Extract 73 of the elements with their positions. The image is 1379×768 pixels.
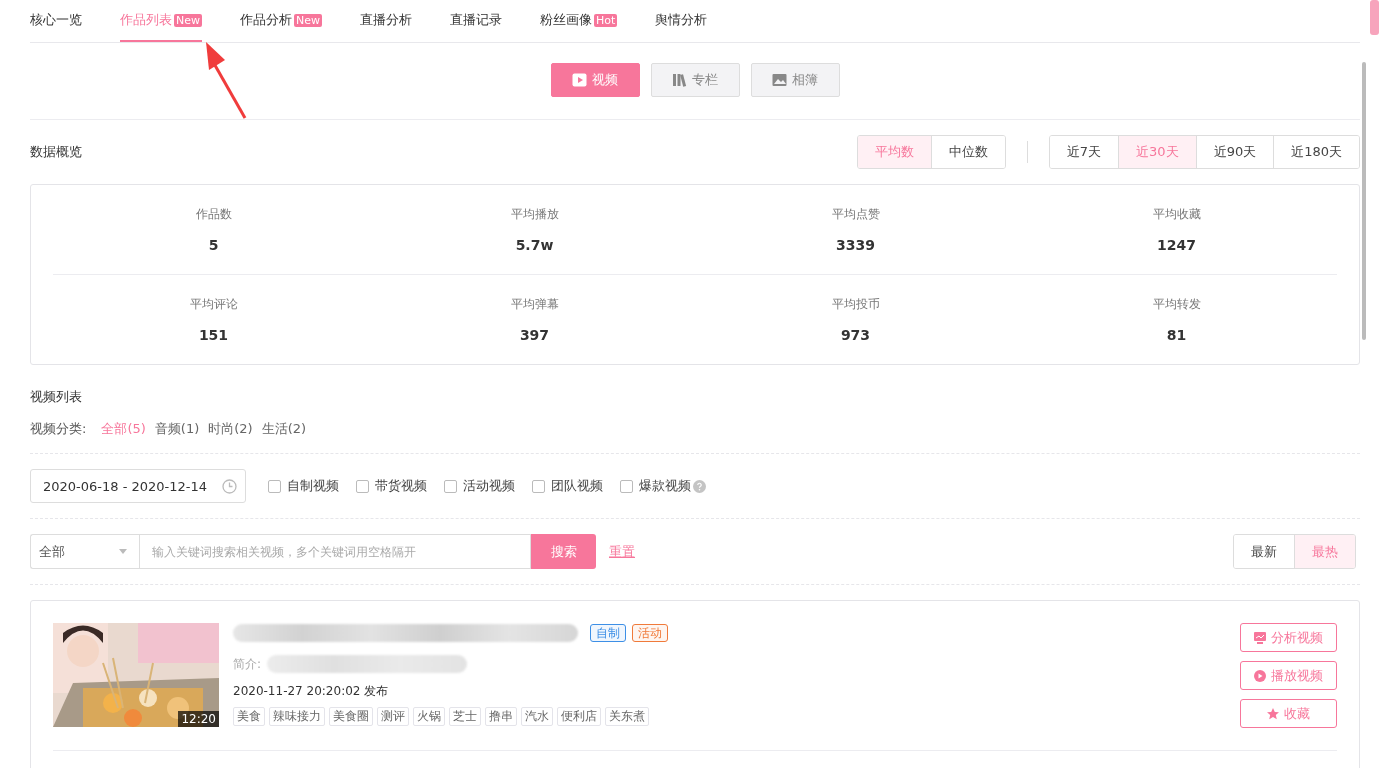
help-icon[interactable]	[693, 479, 706, 493]
intro-label: 简介:	[233, 655, 262, 673]
media-type-button[interactable]: 专栏	[650, 63, 740, 97]
video-tag: 美食圈	[329, 707, 373, 726]
stat-value: 973	[840, 327, 871, 343]
video-tag: 关东煮	[605, 707, 649, 726]
checkbox[interactable]	[356, 479, 369, 493]
checkbox-label: 带货视频	[375, 477, 427, 495]
checkbox-label: 爆款视频	[639, 477, 691, 495]
stat-label: 平均点赞	[831, 206, 880, 223]
nav-tab[interactable]: 直播记录	[450, 0, 502, 42]
checkbox-label: 团队视频	[551, 477, 603, 495]
video-tag: 美食	[233, 707, 265, 726]
stat-label: 平均收藏	[1152, 206, 1201, 223]
video-tag: 辣味接力	[269, 707, 325, 726]
checkbox[interactable]	[444, 479, 457, 493]
books-icon	[672, 73, 687, 87]
scroll-tab[interactable]	[1370, 0, 1379, 35]
caret-icon	[119, 549, 127, 554]
stat-label: 平均转发	[1152, 296, 1201, 313]
chart-icon	[1254, 631, 1266, 644]
video-tag: 撸串	[485, 707, 517, 726]
category-link[interactable]: 时尚(2)	[208, 420, 253, 438]
stat-label: 平均播放	[510, 206, 559, 223]
stat-value: 81	[1166, 327, 1187, 343]
video-tag: 测评	[377, 707, 409, 726]
video-tag: 汽水	[521, 707, 553, 726]
tab-badge: New	[294, 13, 322, 27]
video-tag: 火锅	[413, 707, 445, 726]
checkbox[interactable]	[268, 479, 281, 493]
nav-tab[interactable]: 粉丝画像 Hot	[540, 0, 618, 42]
stat-label: 平均弹幕	[510, 296, 559, 313]
play-icon	[572, 73, 587, 87]
checkbox-label: 活动视频	[463, 477, 515, 495]
scrollbar[interactable]	[1362, 62, 1366, 340]
search-field[interactable]: 输入关键词搜索相关视频，多个关键词用空格隔开	[139, 534, 531, 569]
checkbox[interactable]	[620, 479, 633, 493]
video-badge: 自制	[590, 624, 626, 642]
image-icon	[772, 73, 787, 87]
video-tag: 芝士	[449, 707, 481, 726]
stat-value: 397	[519, 327, 550, 343]
stat-label: 作品数	[195, 206, 232, 223]
nav-tab[interactable]: 舆情分析	[655, 0, 708, 42]
checkbox[interactable]	[532, 479, 545, 493]
nav-tab[interactable]: 核心一览	[30, 0, 82, 42]
nav-tab[interactable]: 直播分析	[360, 0, 412, 42]
media-type-button[interactable]: 相簿	[750, 63, 840, 97]
category-label: 视频分类:	[30, 420, 87, 438]
video-tag: 便利店	[557, 707, 601, 726]
category-link[interactable]: 音频(1)	[154, 420, 200, 438]
date-range-field[interactable]: 2020-06-18 - 2020-12-14	[30, 469, 246, 503]
nav-tab[interactable]: 作品分析 New	[240, 0, 322, 42]
play-circle-icon	[1254, 669, 1266, 682]
stat-value: 5.7w	[515, 237, 554, 253]
section-title: 视频列表	[30, 388, 83, 406]
video-duration: 12:20	[178, 711, 219, 727]
checkbox-label: 自制视频	[287, 477, 339, 495]
category-link[interactable]: 生活(2)	[261, 420, 307, 438]
period-button[interactable]: 近180天	[1273, 136, 1359, 168]
stat-value: 1247	[1157, 237, 1196, 253]
section-title: 数据概览	[30, 143, 82, 161]
stat-label: 平均投币	[831, 296, 880, 313]
stat-mode-button[interactable]: 中位数	[930, 136, 1005, 168]
clock-icon	[222, 478, 237, 494]
tab-badge: Hot	[594, 13, 618, 27]
publish-time: 2020-11-27 20:20:02 发布	[233, 683, 390, 700]
stat-value: 5	[208, 237, 219, 253]
stat-label: 平均评论	[189, 296, 238, 313]
video-badge: 活动	[632, 624, 668, 642]
stat-value: 151	[198, 327, 229, 343]
stat-value: 3339	[836, 237, 875, 253]
tab-badge: New	[174, 13, 202, 27]
star-icon	[1267, 707, 1279, 720]
